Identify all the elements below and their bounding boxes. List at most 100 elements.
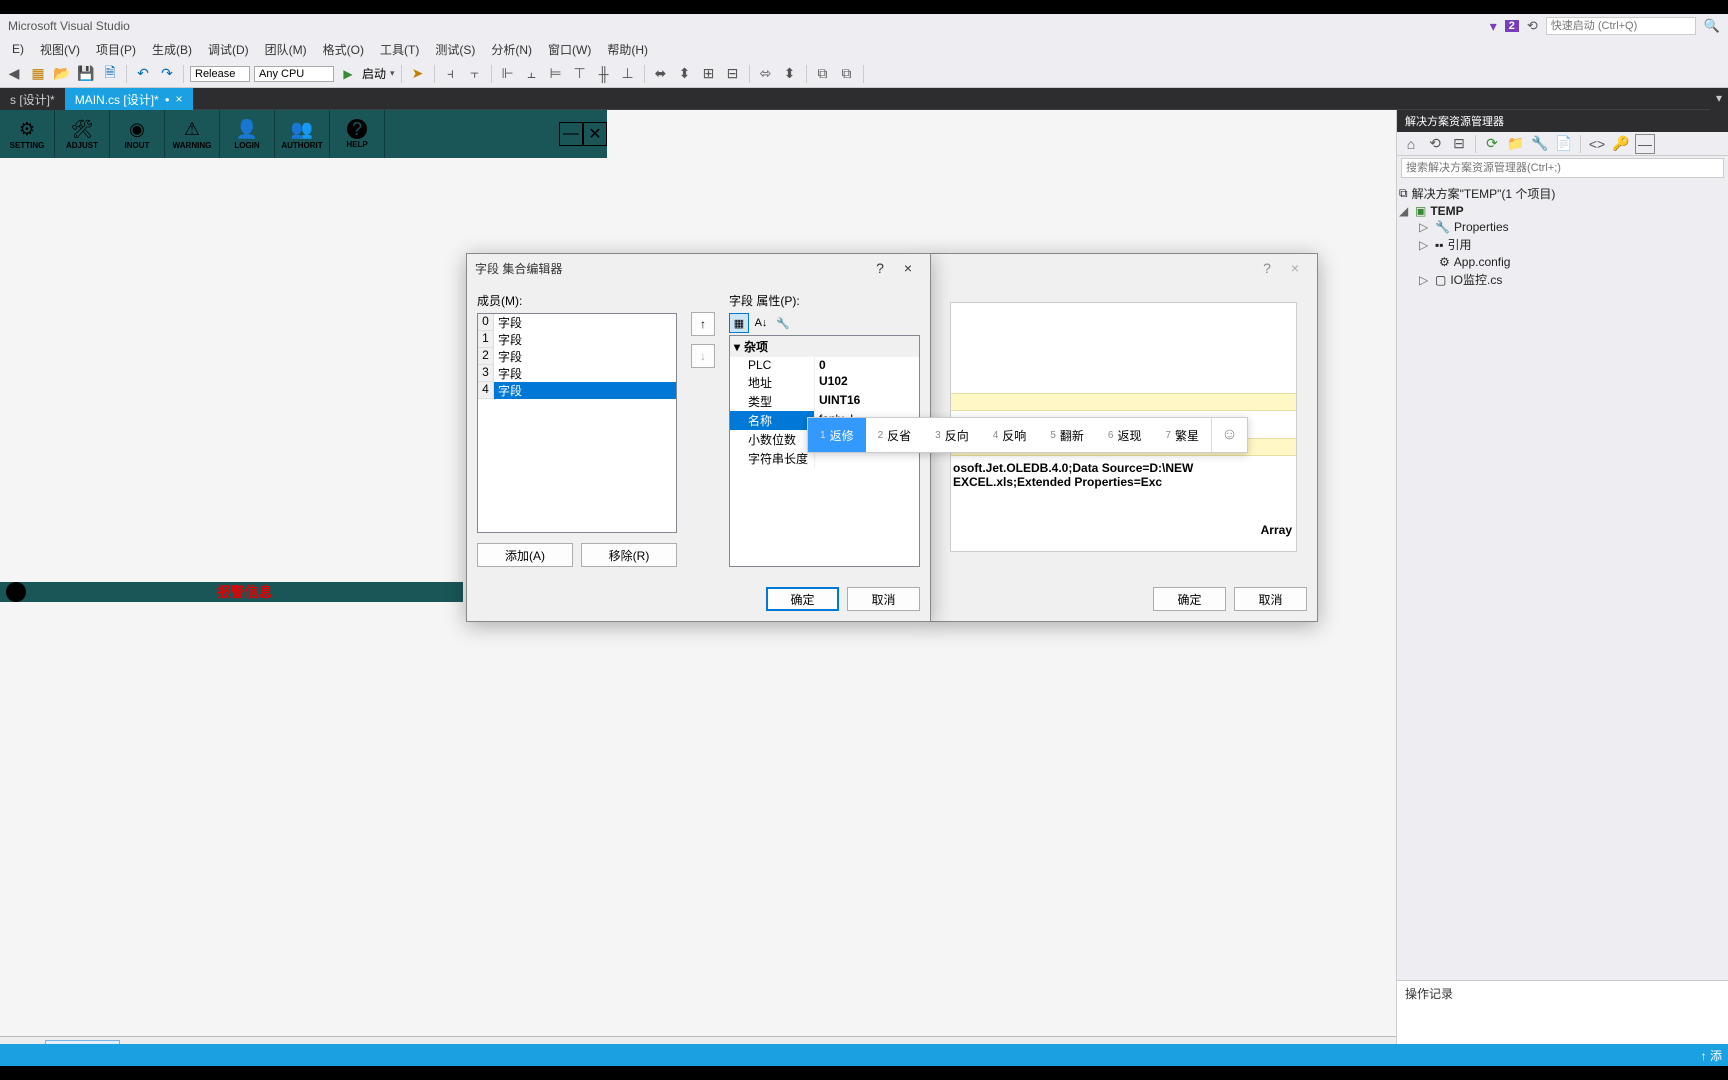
preview-icon[interactable]: 📄 [1554,134,1574,154]
close-icon[interactable]: × [894,260,922,276]
flag-icon[interactable]: ▾ [1490,18,1497,35]
back-icon[interactable]: ◀ [4,64,24,84]
code-icon[interactable]: <> [1587,134,1607,154]
member-item-0[interactable]: 0字段 [478,314,676,331]
ok-button[interactable]: 确定 [766,587,839,611]
app-help-button[interactable]: ? HELP [330,110,385,158]
align-bottom-icon[interactable]: ⊥ [618,64,638,84]
undo-icon[interactable]: ↶ [133,64,153,84]
menu-window[interactable]: 窗口(W) [540,39,599,60]
open-icon[interactable]: 📂 [52,64,72,84]
home-icon[interactable]: ⌂ [1401,134,1421,154]
cancel-button[interactable]: 取消 [847,587,920,611]
move-down-button[interactable]: ↓ [691,344,715,368]
prop-plc[interactable]: PLC0 [730,357,919,373]
expander-icon[interactable]: ▷ [1419,220,1431,234]
size-2-icon[interactable]: ⬍ [780,64,800,84]
solution-search-input[interactable] [1401,158,1724,178]
save-icon[interactable]: 💾 [76,64,96,84]
expander-icon[interactable]: ◢ [1399,204,1411,218]
menu-tools[interactable]: 工具(T) [372,39,427,60]
members-list[interactable]: 0字段 1字段 2字段 3字段 4字段 [477,313,677,533]
ime-candidate-4[interactable]: 4反响 [981,418,1039,452]
solution-tree[interactable]: ⧉ 解决方案"TEMP"(1 个项目) ◢ ▣ TEMP ▷ 🔧 Propert… [1397,180,1728,293]
ime-candidate-3[interactable]: 3反向 [923,418,981,452]
remove-button[interactable]: 移除(R) [581,543,677,567]
align-left-icon[interactable]: ⊩ [498,64,518,84]
cancel-button[interactable]: 取消 [1234,587,1307,611]
collapse-icon[interactable]: ⊟ [1449,134,1469,154]
search-icon[interactable]: 🔍 [1704,18,1720,34]
close-icon[interactable]: × [176,92,183,106]
save-all-icon[interactable]: 🗎 [100,64,120,84]
add-button[interactable]: 添加(A) [477,543,573,567]
size-1-icon[interactable]: ⬄ [756,64,776,84]
prop-address[interactable]: 地址U102 [730,373,919,392]
alphabetical-icon[interactable]: A↓ [751,313,771,333]
references-node[interactable]: ▷ ▪▪ 引用 [1399,235,1726,254]
sync-icon[interactable]: ⟲ [1425,134,1445,154]
ok-button[interactable]: 确定 [1153,587,1226,611]
app-adjust-button[interactable]: 🛠 ADJUST [55,110,110,158]
menu-project[interactable]: 项目(P) [88,39,144,60]
feedback-icon[interactable]: ⟲ [1527,18,1538,34]
help-icon[interactable]: ? [1253,260,1281,276]
start-button[interactable]: 启动 [362,65,386,82]
notification-badge[interactable]: 2 [1505,20,1519,32]
dialog-titlebar[interactable]: 字段 集合编辑器 ? × [467,254,930,282]
app-authority-button[interactable]: 👥 AUTHORIT [275,110,330,158]
minimize-icon[interactable]: — [559,122,583,146]
menu-team[interactable]: 团队(M) [257,39,315,60]
align-2-icon[interactable]: ⫟ [465,64,485,84]
app-warning-button[interactable]: ⚠ WARNING [165,110,220,158]
play-icon[interactable]: ▶ [338,64,358,84]
move-up-button[interactable]: ↑ [691,312,715,336]
step-icon[interactable]: ➤ [408,64,428,84]
tab-overflow-icon[interactable]: ▾ [1710,88,1728,110]
member-item-4[interactable]: 4字段 [478,382,676,399]
category-misc[interactable]: ▾杂项 [730,336,919,357]
align-middle-icon[interactable]: ╫ [594,64,614,84]
close-icon[interactable]: ✕ [583,122,607,146]
emoji-icon[interactable]: ☺ [1211,418,1247,452]
project-node[interactable]: ◢ ▣ TEMP [1399,203,1726,219]
align-center-icon[interactable]: ⫠ [522,64,542,84]
menu-file[interactable]: E) [4,40,32,58]
dist-v-icon[interactable]: ⬍ [675,64,695,84]
io-cs-node[interactable]: ▷ ▢ IO监控.cs [1399,270,1726,289]
properties-node[interactable]: ▷ 🔧 Properties [1399,219,1726,235]
menu-view[interactable]: 视图(V) [32,39,88,60]
ime-candidate-bar[interactable]: 1返修 2反省 3反向 4反响 5翻新 6返现 7繁星 ☺ [807,417,1248,453]
quick-launch-input[interactable] [1546,17,1696,35]
show-all-icon[interactable]: 📁 [1506,134,1526,154]
expander-icon[interactable]: ▷ [1419,273,1431,287]
align-1-icon[interactable]: ⫞ [441,64,461,84]
toggle-icon[interactable]: — [1635,134,1655,154]
config-select[interactable]: Release [190,66,250,82]
view-icon[interactable]: 🔑 [1611,134,1631,154]
tab-design-1[interactable]: s [设计]* [0,88,65,110]
ime-candidate-2[interactable]: 2反省 [866,418,924,452]
close-icon[interactable]: × [1281,260,1309,276]
align-right-icon[interactable]: ⊨ [546,64,566,84]
help-icon[interactable]: ? [866,260,894,276]
solution-root[interactable]: ⧉ 解决方案"TEMP"(1 个项目) [1399,184,1726,203]
menu-help[interactable]: 帮助(H) [599,39,656,60]
new-icon[interactable]: ▦ [28,64,48,84]
expander-icon[interactable]: ▷ [1419,238,1431,252]
app-login-button[interactable]: 👤 LOGIN [220,110,275,158]
menu-format[interactable]: 格式(O) [315,39,372,60]
order-2-icon[interactable]: ⧉ [837,64,857,84]
menu-build[interactable]: 生成(B) [144,39,200,60]
tab-main-cs[interactable]: MAIN.cs [设计]* ● × [65,88,193,110]
add-button[interactable]: ↑ 添 [1695,1044,1728,1067]
platform-select[interactable]: Any CPU [254,66,334,82]
member-item-2[interactable]: 2字段 [478,348,676,365]
app-inout-button[interactable]: ◉ INOUT [110,110,165,158]
align-top-icon[interactable]: ⊤ [570,64,590,84]
ime-candidate-1[interactable]: 1返修 [808,418,866,452]
member-item-1[interactable]: 1字段 [478,331,676,348]
wrench-icon[interactable]: 🔧 [773,313,793,333]
menu-test[interactable]: 测试(S) [427,39,483,60]
refresh-icon[interactable]: ⟳ [1482,134,1502,154]
